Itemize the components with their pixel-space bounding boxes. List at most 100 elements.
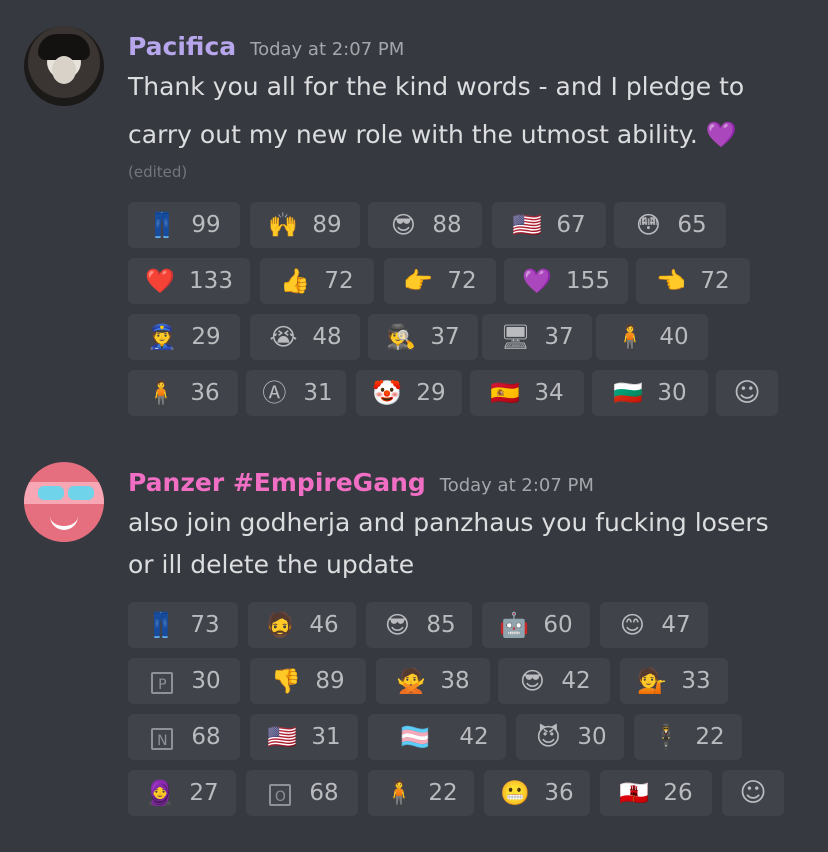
reaction-count: 29 bbox=[191, 324, 221, 350]
reaction-button[interactable]: 🙌 89 bbox=[250, 202, 360, 248]
reaction-button[interactable]: 😎 88 bbox=[368, 202, 482, 248]
reaction-button[interactable]: 😳 65 bbox=[614, 202, 726, 248]
reaction-emoji: 😬 bbox=[500, 779, 531, 807]
message-line: Thank you all for the kind words - and I… bbox=[128, 72, 745, 101]
emoji-add-icon: ☺ bbox=[739, 778, 767, 808]
reaction-button[interactable]: ❤️ 133 bbox=[128, 258, 250, 304]
reaction-emoji: 😎 bbox=[384, 611, 410, 639]
reaction-button[interactable]: 🇺🇸 31 bbox=[250, 714, 358, 760]
reaction-button[interactable]: O 68 bbox=[246, 770, 358, 816]
message-line: or ill delete the update bbox=[128, 550, 415, 579]
message-header: Pacifica Today at 2:07 PM bbox=[128, 32, 404, 61]
reaction-count: 34 bbox=[534, 380, 564, 406]
reaction-button[interactable]: 👉 72 bbox=[384, 258, 496, 304]
reaction-emoji: N bbox=[147, 723, 177, 751]
timestamp: Today at 2:07 PM bbox=[250, 39, 405, 60]
reaction-count: 60 bbox=[543, 612, 573, 638]
reaction-emoji: 💜 bbox=[522, 267, 552, 295]
reaction-count: 68 bbox=[191, 724, 221, 750]
reaction-emoji: 💁 bbox=[637, 667, 668, 695]
reaction-button[interactable]: Ⓐ 31 bbox=[246, 370, 346, 416]
avatar-smile bbox=[50, 514, 78, 530]
reaction-button[interactable]: 🤖 60 bbox=[482, 602, 590, 648]
reaction-emoji: 👎 bbox=[271, 667, 302, 695]
reaction-button[interactable]: 👮 29 bbox=[128, 314, 240, 360]
reaction-count: 40 bbox=[659, 324, 689, 350]
username[interactable]: Panzer #EmpireGang bbox=[128, 468, 426, 497]
reaction-button[interactable]: 🕵 37 bbox=[368, 314, 478, 360]
reaction-count: 42 bbox=[561, 668, 591, 694]
reaction-button[interactable]: 💜 155 bbox=[504, 258, 628, 304]
reaction-count: 133 bbox=[189, 268, 233, 294]
avatar[interactable] bbox=[24, 26, 104, 106]
reaction-button[interactable]: 🕴 22 bbox=[634, 714, 742, 760]
reaction-emoji: 👖 bbox=[147, 211, 178, 239]
reaction-button[interactable]: 😈 30 bbox=[516, 714, 624, 760]
reaction-button[interactable]: 🖥 37 bbox=[482, 314, 592, 360]
reaction-button[interactable]: 🧍 22 bbox=[368, 770, 474, 816]
reaction-button[interactable]: 🧍 40 bbox=[596, 314, 708, 360]
reaction-emoji: 😭 bbox=[269, 323, 298, 351]
reaction-button[interactable]: 🙅 38 bbox=[376, 658, 490, 704]
reaction-button[interactable]: 👎 89 bbox=[250, 658, 366, 704]
reaction-count: 30 bbox=[577, 724, 607, 750]
reaction-button[interactable]: 🤡 29 bbox=[356, 370, 462, 416]
reaction-emoji: 🧕 bbox=[145, 779, 176, 807]
reaction-count: 37 bbox=[544, 324, 574, 350]
reaction-button[interactable]: 👍 72 bbox=[260, 258, 374, 304]
reaction-button[interactable]: 👈 72 bbox=[636, 258, 750, 304]
reaction-count: 85 bbox=[426, 612, 456, 638]
reaction-button[interactable]: 💁 33 bbox=[620, 658, 728, 704]
timestamp: Today at 2:07 PM bbox=[439, 475, 594, 496]
square-letter-icon: P bbox=[151, 672, 174, 694]
reaction-button[interactable]: 🧍 36 bbox=[128, 370, 238, 416]
reaction-button[interactable]: P 30 bbox=[128, 658, 240, 704]
edited-label: (edited) bbox=[128, 163, 188, 181]
reaction-emoji: 👖 bbox=[146, 611, 177, 639]
reaction-button[interactable]: N 68 bbox=[128, 714, 240, 760]
reaction-emoji: 👉 bbox=[403, 267, 434, 295]
reaction-button[interactable]: 🧕 27 bbox=[128, 770, 236, 816]
reaction-count: 36 bbox=[544, 780, 574, 806]
square-letter-icon: N bbox=[151, 728, 174, 750]
reaction-count: 73 bbox=[190, 612, 220, 638]
reaction-button[interactable]: 👖 99 bbox=[128, 202, 240, 248]
emoji-add-icon: ☺ bbox=[733, 378, 761, 408]
reaction-count: 27 bbox=[189, 780, 219, 806]
reaction-emoji: ❤️ bbox=[145, 267, 175, 295]
reaction-emoji: O bbox=[265, 779, 295, 807]
reaction-count: 89 bbox=[312, 212, 342, 238]
message-header: Panzer #EmpireGang Today at 2:07 PM bbox=[128, 468, 594, 497]
reaction-count: 30 bbox=[191, 668, 221, 694]
avatar-goggle bbox=[38, 486, 64, 500]
reaction-count: 89 bbox=[315, 668, 345, 694]
reaction-button[interactable]: 😎 42 bbox=[498, 658, 610, 704]
reaction-button[interactable]: 😊 47 bbox=[600, 602, 708, 648]
reaction-emoji: Ⓐ bbox=[262, 379, 287, 407]
reaction-count: 31 bbox=[303, 380, 333, 406]
add-reaction-button[interactable]: ☺ bbox=[722, 770, 784, 816]
add-reaction-button[interactable]: ☺ bbox=[716, 370, 778, 416]
message-line: carry out my new role with the utmost ab… bbox=[128, 120, 737, 149]
reaction-button[interactable]: 😬 36 bbox=[484, 770, 590, 816]
reaction-count: 88 bbox=[432, 212, 462, 238]
reaction-button[interactable]: 👖 73 bbox=[128, 602, 238, 648]
avatar-goggle bbox=[68, 486, 94, 500]
reaction-button[interactable]: 😎 85 bbox=[366, 602, 472, 648]
reaction-button[interactable]: 🏳️‍⚧ 42 bbox=[368, 714, 506, 760]
reaction-emoji: 🏳️‍⚧ bbox=[400, 723, 431, 751]
reaction-emoji: 😊 bbox=[619, 611, 645, 639]
reaction-emoji: 🙌 bbox=[268, 211, 299, 239]
username[interactable]: Pacifica bbox=[128, 32, 236, 61]
reaction-count: 42 bbox=[459, 724, 489, 750]
reaction-button[interactable]: 🇪🇸 34 bbox=[470, 370, 584, 416]
reaction-button[interactable]: 🇺🇸 67 bbox=[492, 202, 606, 248]
reaction-count: 155 bbox=[566, 268, 610, 294]
reaction-button[interactable]: 🇬🇮 26 bbox=[600, 770, 712, 816]
reaction-button[interactable]: 🧔 46 bbox=[248, 602, 356, 648]
reaction-button[interactable]: 😭 48 bbox=[250, 314, 360, 360]
reaction-button[interactable]: 🇧🇬 30 bbox=[592, 370, 708, 416]
message-line: also join godherja and panzhaus you fuck… bbox=[128, 508, 769, 537]
reaction-count: 30 bbox=[657, 380, 687, 406]
avatar[interactable] bbox=[24, 462, 104, 542]
